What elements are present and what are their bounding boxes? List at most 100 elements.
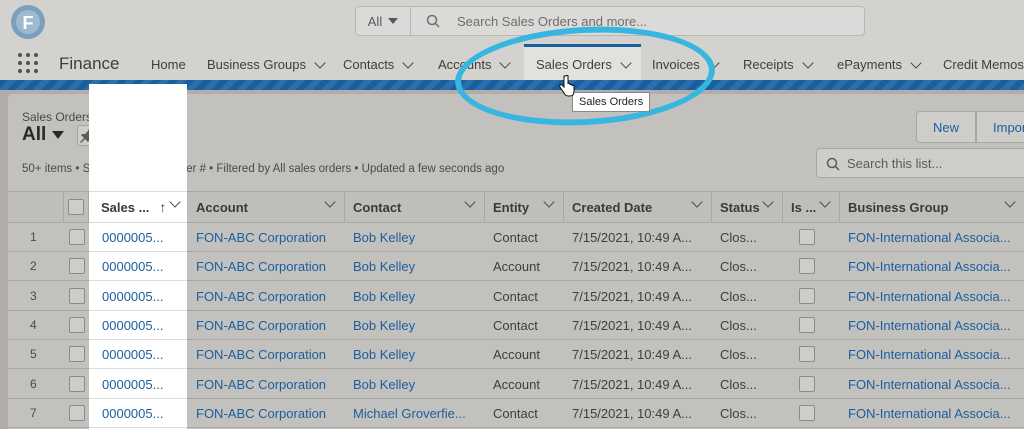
row-select[interactable] [64, 370, 89, 398]
contact-link[interactable]: Bob Kelley [345, 282, 485, 310]
row-number-header [8, 192, 64, 222]
business-group-link[interactable]: FON-International Associa... [840, 311, 1024, 339]
checkbox[interactable] [68, 258, 85, 274]
col-header-created-date[interactable]: Created Date [564, 192, 712, 222]
checkbox[interactable] [68, 376, 85, 392]
contact-link[interactable]: Bob Kelley [345, 223, 485, 251]
row-select[interactable] [64, 252, 89, 280]
chevron-down-icon[interactable] [762, 196, 774, 208]
chevron-down-icon[interactable] [169, 196, 181, 208]
nav-item-contacts[interactable]: Contacts [343, 56, 414, 72]
chevron-down-icon[interactable] [801, 56, 814, 69]
checkbox [799, 405, 815, 421]
row-select[interactable] [64, 340, 89, 368]
account-link[interactable]: FON-ABC Corporation [188, 311, 345, 339]
nav-item-epayments[interactable]: ePayments [837, 56, 922, 72]
chevron-down-icon[interactable] [819, 196, 831, 208]
created-date-cell: 7/15/2021, 10:49 A... [572, 317, 692, 333]
col-header-sales-order-inner[interactable]: Sales ... ↑ [89, 192, 187, 222]
checkbox [799, 288, 815, 304]
business-group-link[interactable]: FON-International Associa... [840, 340, 1024, 368]
created-date-cell: 7/15/2021, 10:49 A... [572, 258, 692, 274]
col-header-entity[interactable]: Entity [485, 192, 564, 222]
row-number: 3 [30, 289, 37, 303]
account-link[interactable]: FON-ABC Corporation [188, 282, 345, 310]
created-date-cell: 7/15/2021, 10:49 A... [572, 229, 692, 245]
row-number: 4 [30, 318, 37, 332]
col-header-account[interactable]: Account [188, 192, 345, 222]
list-actions: New Import [916, 111, 1024, 143]
business-group-link[interactable]: FON-International Associa... [840, 282, 1024, 310]
account-link[interactable]: FON-ABC Corporation [188, 252, 345, 280]
business-group-link[interactable]: FON-International Associa... [840, 252, 1024, 280]
nav-item-home[interactable]: Home [151, 57, 186, 72]
chevron-down-icon[interactable] [464, 196, 476, 208]
checkbox[interactable] [68, 317, 85, 333]
chevron-down-icon[interactable] [324, 196, 336, 208]
row-number: 2 [30, 259, 37, 273]
contact-link[interactable]: Michael Groverfie... [345, 399, 485, 427]
chevron-down-icon[interactable] [910, 56, 922, 69]
col-header-business-group[interactable]: Business Group [840, 192, 1024, 222]
col-header-sales-order-spotlight[interactable]: Sales ... ↑ [89, 191, 187, 223]
row-select[interactable] [64, 223, 89, 251]
app-logo[interactable]: F [10, 4, 46, 40]
new-button[interactable]: New [916, 111, 977, 143]
nav-item-business-groups[interactable]: Business Groups [207, 56, 326, 72]
row-select[interactable] [64, 399, 89, 427]
nav-item-receipts[interactable]: Receipts [743, 56, 814, 72]
status-cell: Clos... [720, 405, 757, 421]
account-link[interactable]: FON-ABC Corporation [188, 223, 345, 251]
business-group-link[interactable]: FON-International Associa... [840, 399, 1024, 427]
is-flag-checkbox-cell [783, 282, 840, 310]
import-button[interactable]: Import [976, 111, 1024, 143]
checkbox[interactable] [68, 405, 85, 421]
business-group-link[interactable]: FON-International Associa... [840, 370, 1024, 398]
nav-item-credit-memos[interactable]: Credit Memos [943, 57, 1024, 72]
entity-cell: Account [493, 258, 540, 274]
nav-item-label: Credit Memos [943, 57, 1024, 72]
col-header-is[interactable]: Is ... [783, 192, 840, 222]
search-scope-dropdown[interactable]: All [356, 7, 411, 35]
nav-item-label: Home [151, 57, 186, 72]
list-search-input[interactable]: Search this list... [816, 148, 1024, 178]
account-link[interactable]: FON-ABC Corporation [188, 340, 345, 368]
col-header-status[interactable]: Status [712, 192, 783, 222]
chevron-down-icon[interactable] [314, 56, 326, 69]
sales-order-link[interactable]: 0000005... [89, 223, 187, 251]
app-launcher-icon[interactable] [18, 53, 38, 73]
sort-ascending-icon[interactable]: ↑ [159, 199, 166, 215]
checkbox[interactable] [68, 288, 85, 304]
chevron-down-icon[interactable] [543, 196, 555, 208]
col-header-contact[interactable]: Contact [345, 192, 485, 222]
col-header-label: Business Group [848, 199, 949, 215]
sales-order-link[interactable]: 0000005... [89, 311, 187, 339]
checkbox[interactable] [68, 346, 85, 362]
sales-order-link[interactable]: 0000005... [89, 370, 187, 398]
table-row: 0000005... [89, 282, 187, 311]
account-link[interactable]: FON-ABC Corporation [188, 399, 345, 427]
sales-order-link[interactable]: 0000005... [89, 399, 187, 427]
contact-link[interactable]: Bob Kelley [345, 340, 485, 368]
col-header-label: Is ... [791, 199, 817, 215]
contact-link[interactable]: Bob Kelley [345, 311, 485, 339]
account-link[interactable]: FON-ABC Corporation [188, 370, 345, 398]
list-view-name: All [22, 124, 47, 145]
business-group-link[interactable]: FON-International Associa... [840, 223, 1024, 251]
chevron-down-icon[interactable] [1004, 196, 1016, 208]
col-header-label: Sales ... [101, 199, 150, 215]
list-view-selector[interactable]: All [22, 124, 65, 146]
is-flag-checkbox-cell [783, 252, 840, 280]
row-select[interactable] [64, 282, 89, 310]
checkbox[interactable] [68, 229, 85, 245]
contact-link[interactable]: Bob Kelley [345, 252, 485, 280]
chevron-down-icon[interactable] [402, 56, 414, 69]
chevron-down-icon[interactable] [691, 196, 703, 208]
sales-order-link[interactable]: 0000005... [89, 282, 187, 310]
contact-link[interactable]: Bob Kelley [345, 370, 485, 398]
select-all-header[interactable] [64, 192, 89, 222]
sales-order-link[interactable]: 0000005... [89, 340, 187, 368]
sales-order-link[interactable]: 0000005... [89, 252, 187, 280]
row-select[interactable] [64, 311, 89, 339]
select-all-checkbox[interactable] [68, 199, 84, 215]
